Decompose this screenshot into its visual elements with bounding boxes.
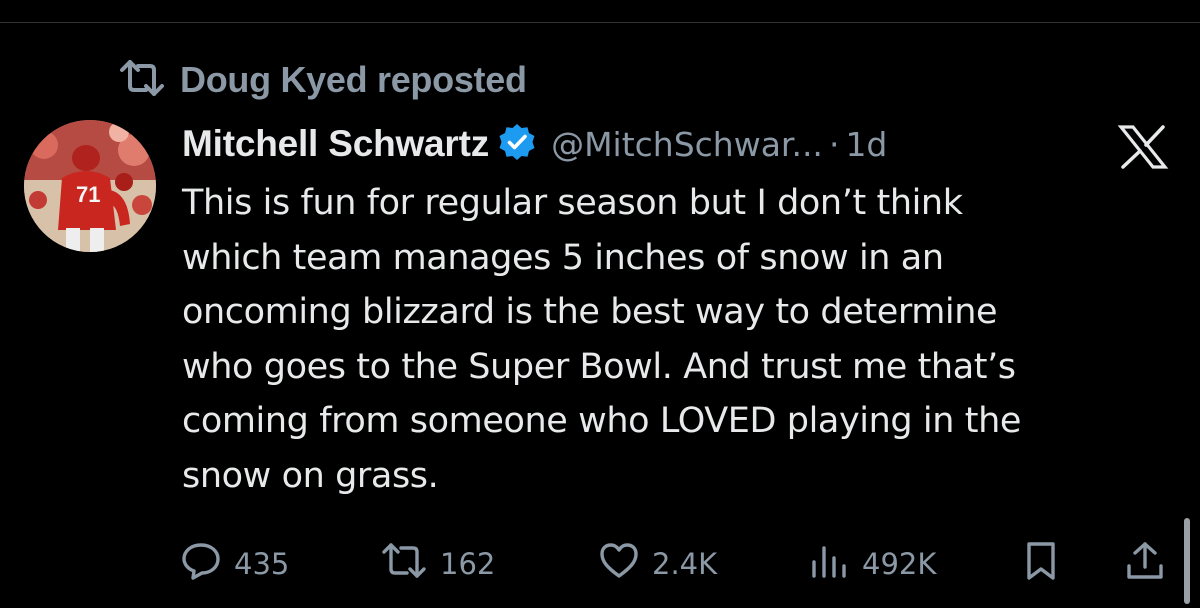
avatar[interactable]: 71 [24, 120, 156, 252]
reply-icon [180, 540, 222, 589]
like-button[interactable]: 2.4K [598, 540, 717, 588]
views-button[interactable]: 492K [808, 540, 936, 588]
bookmark-button[interactable] [1020, 540, 1062, 588]
display-name[interactable]: Mitchell Schwartz [182, 123, 489, 165]
tweet-text-line: This is fun for regular season but I don… [182, 183, 963, 223]
repost-context[interactable]: Doug Kyed reposted [118, 58, 527, 102]
tweet-text-line: which team manages 5 inches of snow in a… [182, 237, 944, 278]
reply-button[interactable]: 435 [180, 540, 289, 588]
tweet-header: Mitchell Schwartz @MitchSchwar... · 1d [182, 118, 887, 170]
tweet-text-line: snow on grass. [182, 455, 439, 496]
tweet-text-line: oncoming blizzard is the best way to det… [182, 292, 998, 332]
verified-badge-icon [489, 122, 537, 166]
like-count: 2.4K [652, 547, 718, 581]
reply-count: 435 [234, 547, 290, 581]
repost-icon [118, 58, 166, 102]
tweet-text-line: who goes to the Super Bowl. And trust me… [182, 346, 1016, 387]
repost-button[interactable]: 162 [380, 540, 495, 588]
user-handle[interactable]: @MitchSchwar... [551, 125, 823, 164]
scrollbar[interactable] [1184, 518, 1190, 604]
tweet-text-line: coming from someone who LOVED playing in… [182, 401, 1021, 441]
svg-text:71: 71 [76, 182, 100, 207]
repost-icon [380, 540, 428, 589]
share-button[interactable] [1124, 540, 1166, 588]
repost-label: Doug Kyed reposted [180, 59, 527, 100]
tweet-actions: 435 162 2.4K 492K [180, 540, 1180, 588]
top-divider [0, 22, 1200, 23]
views-chart-icon [808, 540, 850, 589]
tweet-text: This is fun for regular season but I don… [182, 176, 1172, 503]
bookmark-icon [1020, 540, 1062, 589]
share-icon [1124, 540, 1166, 589]
x-logo-icon [1115, 124, 1171, 170]
tweet-age[interactable]: 1d [845, 125, 887, 164]
heart-icon [598, 540, 640, 589]
views-count: 492K [862, 547, 937, 581]
separator-dot: · [828, 124, 840, 164]
repost-count: 162 [440, 547, 496, 581]
